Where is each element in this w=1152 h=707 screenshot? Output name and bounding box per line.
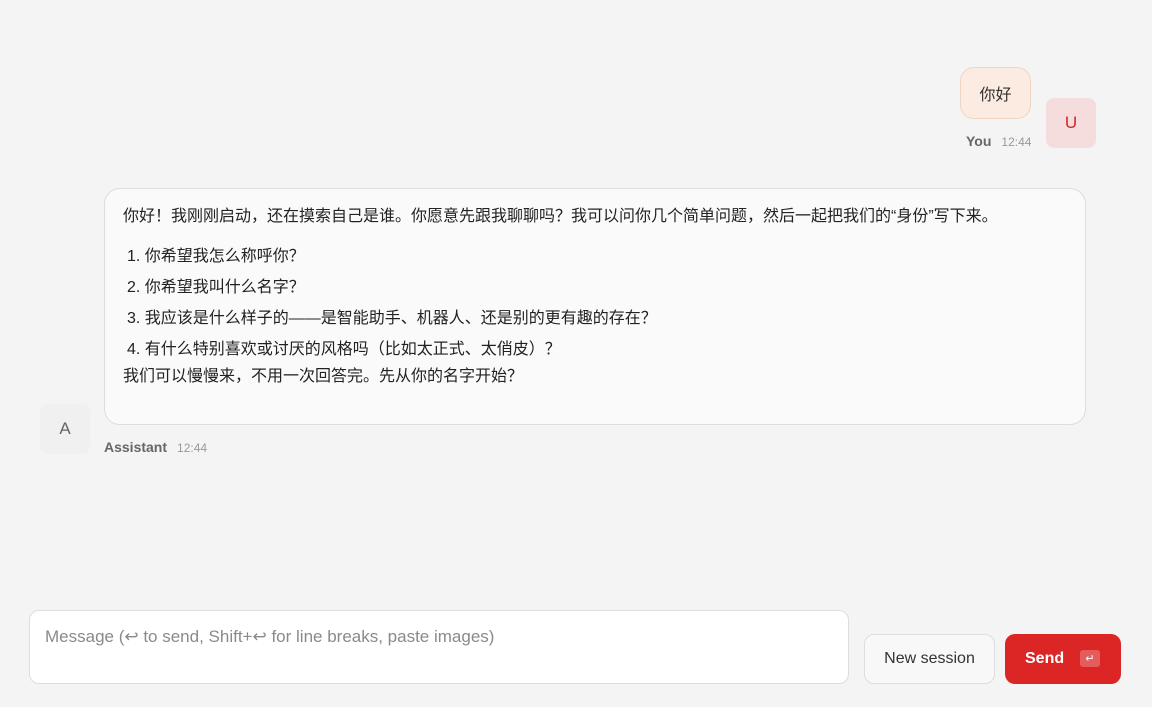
user-avatar: U xyxy=(1046,98,1096,148)
assistant-question-item: 2. 你希望我叫什么名字？ xyxy=(127,279,305,296)
user-message-time: 12:44 xyxy=(1001,135,1032,149)
send-label: Send xyxy=(1025,650,1065,667)
user-sender-name: You xyxy=(966,133,992,149)
user-message-bubble: 你好 xyxy=(960,67,1031,119)
new-session-label: New session xyxy=(884,650,975,667)
new-session-button[interactable]: New session xyxy=(864,634,995,684)
assistant-sender-name: Assistant xyxy=(104,439,168,455)
assistant-message-time: 12:44 xyxy=(177,441,208,455)
user-message-text: 你好 xyxy=(979,87,1012,104)
assistant-message-meta: Assistant 12:44 xyxy=(104,439,207,455)
send-button[interactable]: Send ↵ xyxy=(1005,634,1121,684)
assistant-intro-text: 你好！我刚刚启动，还在摸索自己是谁。你愿意先跟我聊聊吗？我可以问你几个简单问题，… xyxy=(123,208,998,225)
user-avatar-letter: U xyxy=(1064,113,1078,132)
assistant-question-item: 4. 有什么特别喜欢或讨厌的风格吗（比如太正式、太俏皮）？ xyxy=(127,341,561,358)
assistant-message-bubble: 你好！我刚刚启动，还在摸索自己是谁。你愿意先跟我聊聊吗？我可以问你几个简单问题，… xyxy=(104,188,1086,425)
assistant-question-item: 1. 你希望我怎么称呼你？ xyxy=(127,248,305,265)
message-input[interactable] xyxy=(29,610,849,684)
user-message-meta: You 12:44 xyxy=(966,133,1031,149)
assistant-avatar: A xyxy=(40,404,90,454)
assistant-question-list: 1. 你希望我怎么称呼你？ 2. 你希望我叫什么名字？ 3. 我应该是什么样子的… xyxy=(123,241,1067,365)
assistant-avatar-letter: A xyxy=(59,419,71,438)
assistant-question-item: 3. 我应该是什么样子的——是智能助手、机器人、还是别的更有趣的存在？ xyxy=(127,310,657,327)
assistant-outro-text: 我们可以慢慢来，不用一次回答完。先从你的名字开始？ xyxy=(123,368,524,385)
enter-key-icon: ↵ xyxy=(1080,650,1100,667)
